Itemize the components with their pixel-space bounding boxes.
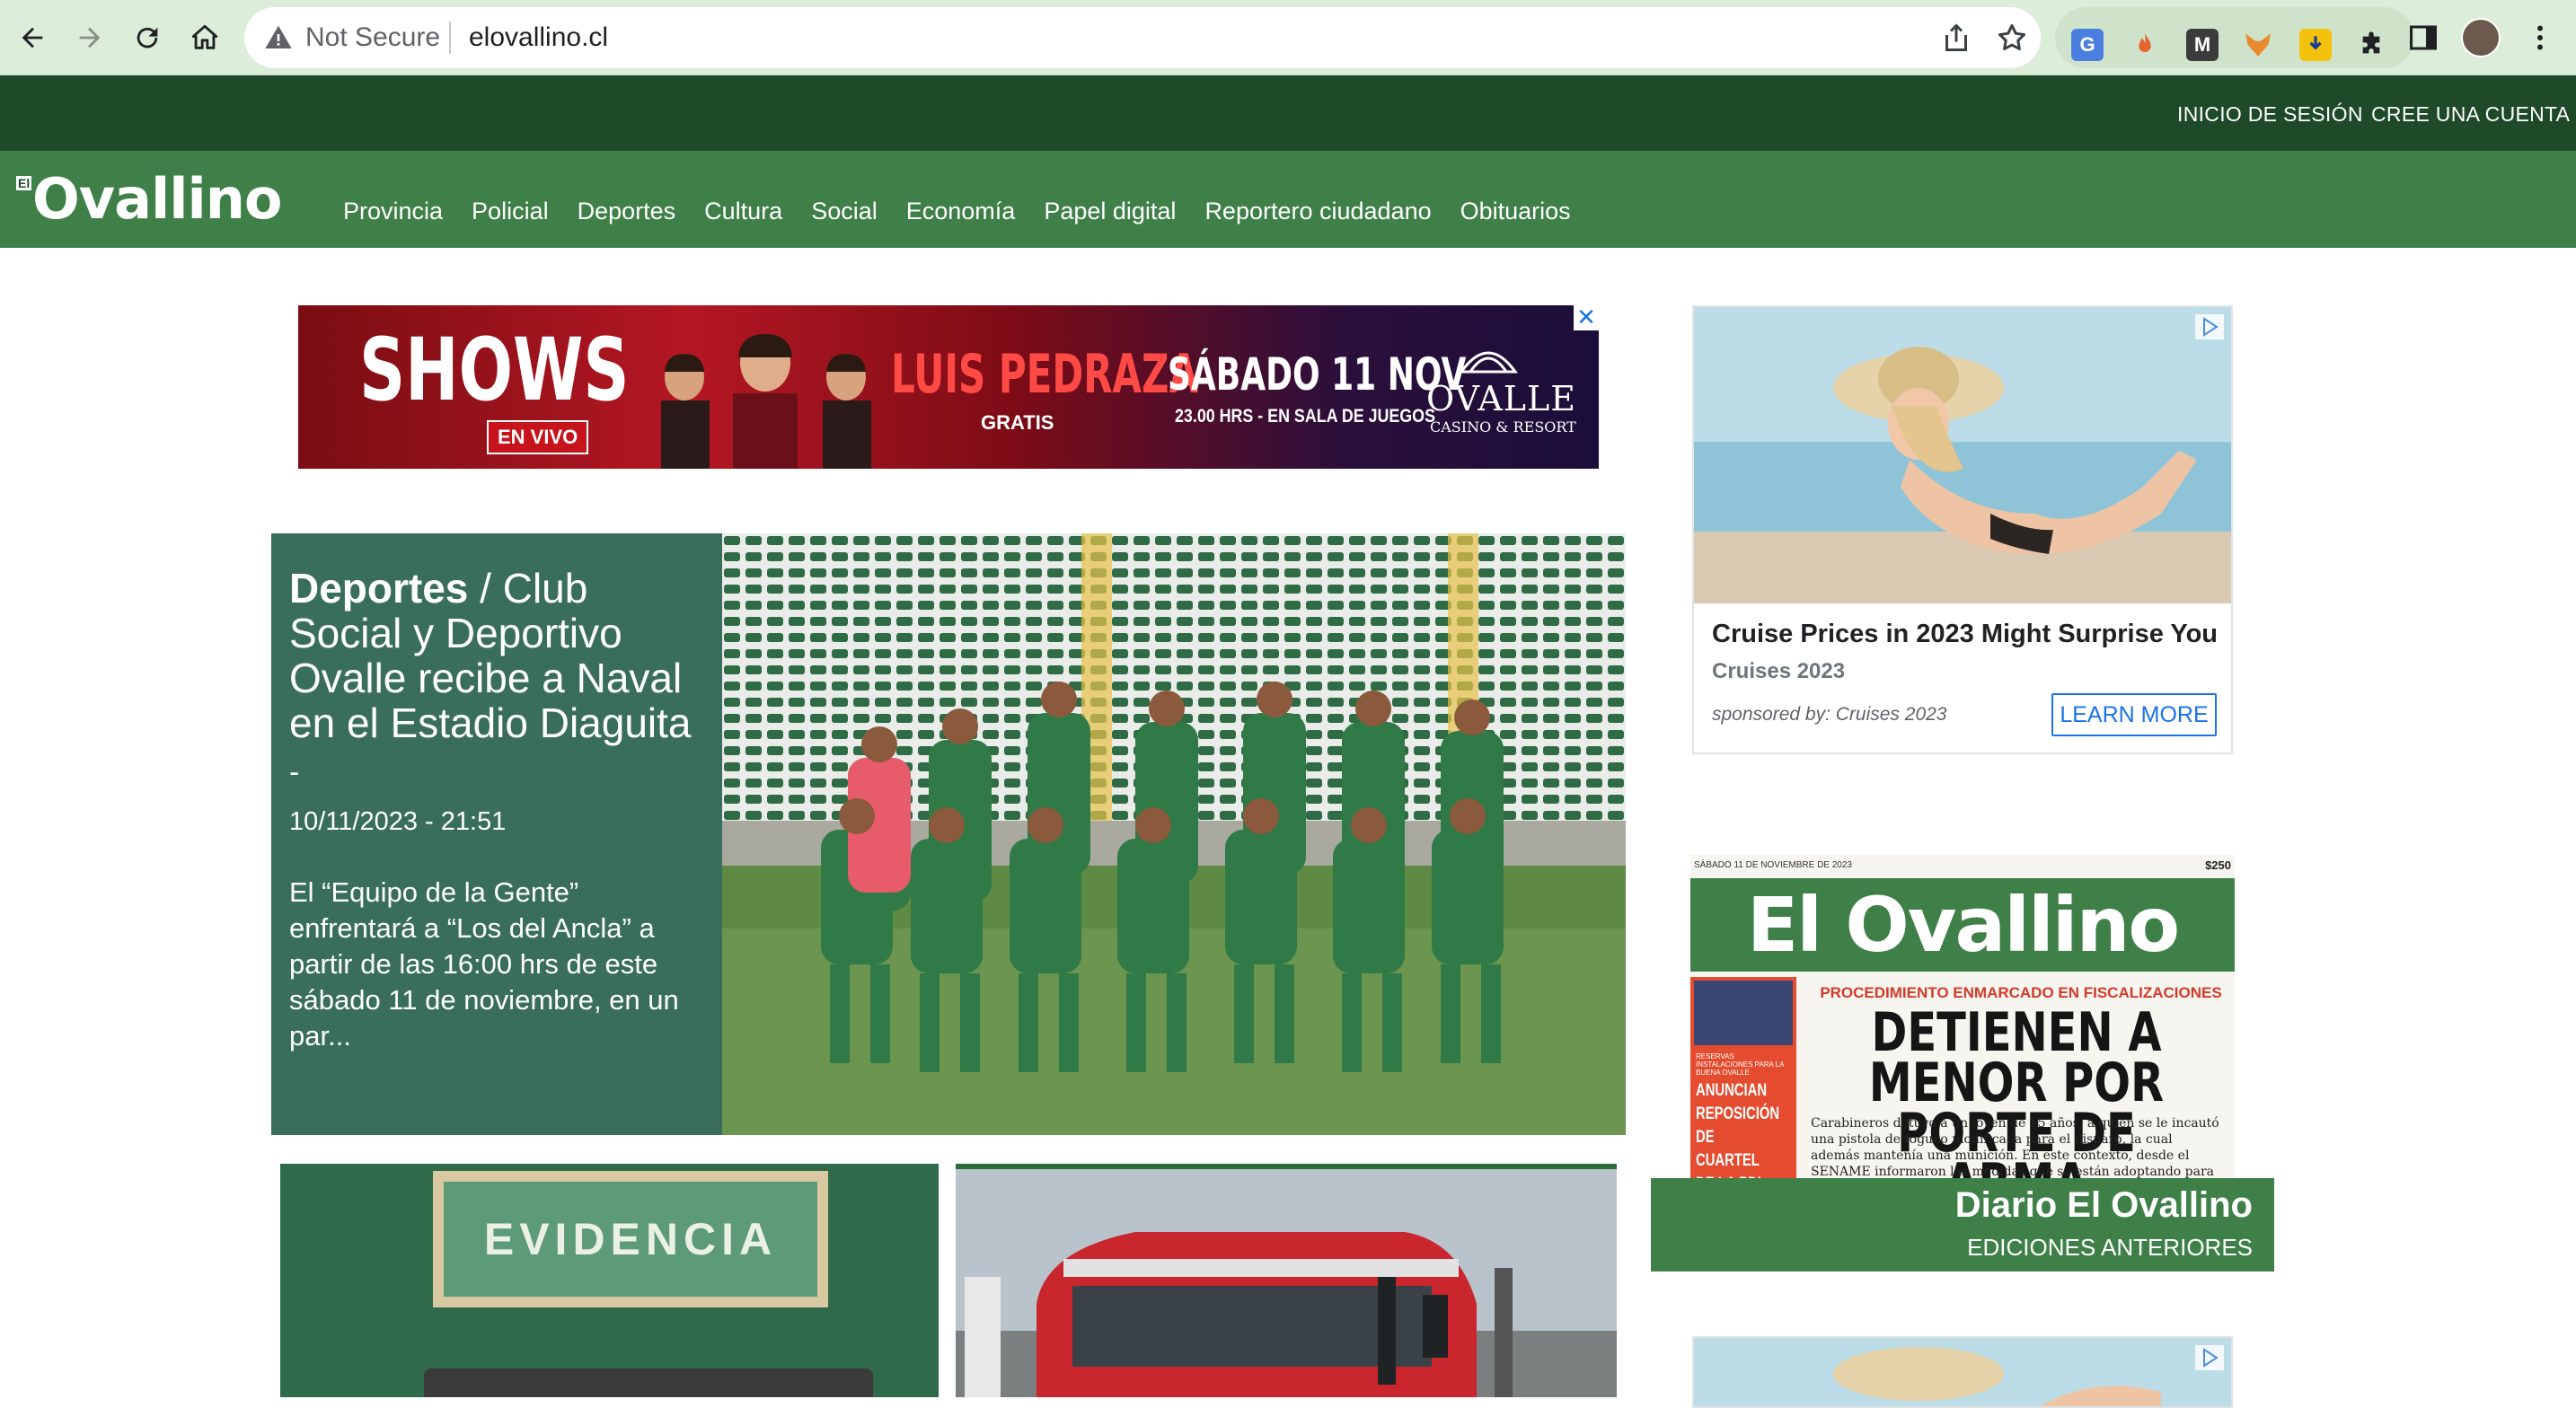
signup-link[interactable]: CREE UNA CUENTA [2371, 102, 2570, 127]
paper-left-headline: ANUNCIAN REPOSICIÓN DE CUARTEL DE LA PDI [1696, 1081, 1780, 1178]
main-menu: Provincia Policial Deportes Cultura Soci… [343, 198, 1600, 225]
site-navigation: El Ovallino Provincia Policial Deportes … [0, 151, 2576, 248]
menu-item-reportero-ciudadano[interactable]: Reportero ciudadano [1204, 198, 1431, 225]
ad-brand: OVALLE [1426, 379, 1576, 418]
warning-icon[interactable] [264, 23, 293, 52]
casino-crown-logo [1459, 351, 1518, 374]
menu-item-social[interactable]: Social [811, 198, 878, 225]
home-icon[interactable] [183, 16, 226, 59]
browser-toolbar: Not Secure elovallino.cl G M [0, 0, 2576, 75]
paper-body: Carabineros detuvo a un joven de 15 años… [1811, 1116, 2219, 1178]
menu-item-cultura[interactable]: Cultura [704, 198, 782, 225]
url-text[interactable]: elovallino.cl [469, 23, 608, 52]
paper-left-column: RESERVAS INSTALACIONES PARA LA BUENA OVA… [1690, 977, 1796, 1178]
menu-item-provincia[interactable]: Provincia [343, 198, 443, 225]
paper-label-title[interactable]: Diario El Ovallino [1955, 1185, 2253, 1226]
cruise-ad-sponsor: sponsored by: Cruises 2023 [1712, 704, 1947, 725]
evidence-weapon-image [424, 1368, 873, 1397]
adchoices-icon[interactable] [2195, 1345, 2224, 1370]
ad-shows-text: SHOWS [359, 320, 630, 420]
fox-extension-icon[interactable] [2242, 29, 2274, 61]
menu-item-papel-digital[interactable]: Papel digital [1044, 198, 1176, 225]
logo-prefix: El [16, 176, 32, 190]
ad-close-icon[interactable]: ✕ [1574, 305, 1599, 330]
feature-article[interactable]: Deportes / Club Social y Deportivo Ovall… [271, 533, 1626, 1135]
menu-item-deportes[interactable]: Deportes [578, 198, 676, 225]
feature-date: 10/11/2023 - 21:51 [289, 807, 507, 836]
feature-section[interactable]: Deportes [289, 565, 468, 612]
article-card-bus[interactable] [956, 1164, 1617, 1397]
translate-extension-icon[interactable]: G [2071, 29, 2104, 61]
article-card-evidencia[interactable]: EVIDENCIA [280, 1164, 939, 1397]
ad-artist-name: LUIS PEDRAZA [891, 343, 1199, 406]
paper-left-small: RESERVAS INSTALACIONES PARA LA BUENA OVA… [1696, 1052, 1784, 1077]
cruise-sponsored-ad-2[interactable] [1692, 1336, 2233, 1408]
side-panel-icon[interactable] [2407, 22, 2439, 54]
download-extension-icon[interactable] [2299, 29, 2332, 61]
digital-paper-cover[interactable]: SÁBADO 11 DE NOVIEMBRE DE 2023 $250 El O… [1690, 855, 2235, 1178]
paper-label-sub[interactable]: EDICIONES ANTERIORES [1967, 1234, 2253, 1262]
feature-dash: - [289, 755, 300, 789]
feature-text: Deportes / Club Social y Deportivo Ovall… [289, 566, 711, 1054]
paper-kicker: PROCEDIMIENTO ENMARCADO EN FISCALIZACION… [1820, 984, 2222, 1001]
ad-date: SÁBADO 11 NOV [1168, 348, 1467, 400]
feature-summary: El “Equipo de la Gente” enfrentará a “Lo… [289, 876, 679, 1052]
stadium-photo-image [722, 533, 1626, 1135]
fire-extension-icon[interactable] [2129, 29, 2161, 61]
feature-team-photo[interactable] [722, 533, 1626, 1135]
ad-free-label: GRATIS [981, 411, 1054, 434]
menu-kebab-icon[interactable] [2524, 22, 2556, 54]
bus-photo-image [956, 1169, 1617, 1397]
paper-masthead-text: El Ovallino [1746, 881, 2180, 969]
feature-separator: / [480, 565, 491, 612]
cruise-sponsored-ad[interactable]: Cruise Prices in 2023 Might Surprise You… [1692, 305, 2233, 754]
share-icon[interactable] [1940, 22, 1972, 54]
casino-banner-ad[interactable]: SHOWS EN VIVO LUIS PEDRAZA GRATIS SÁBADO… [298, 305, 1599, 469]
profile-avatar[interactable] [2461, 18, 2501, 57]
puzzle-icon[interactable] [2355, 29, 2387, 61]
divider [449, 22, 451, 54]
evidence-label: EVIDENCIA [483, 1214, 778, 1264]
menu-item-obituarios[interactable]: Obituarios [1460, 198, 1571, 225]
site-topbar: INICIO DE SESIÓN CREE UNA CUENTA [0, 75, 2576, 151]
cruise-ad-image [1694, 307, 2231, 603]
ad-brand-sub: CASINO & RESORT [1430, 418, 1576, 436]
reload-icon[interactable] [126, 16, 169, 59]
login-link[interactable]: INICIO DE SESIÓN [2177, 102, 2363, 127]
paper-archive-banner[interactable]: Diario El Ovallino EDICIONES ANTERIORES [1651, 1178, 2274, 1272]
back-icon[interactable] [11, 16, 54, 59]
cruise-ad-title[interactable]: Cruise Prices in 2023 Might Surprise You [1712, 620, 2218, 649]
ad-envivo-badge: EN VIVO [487, 420, 589, 454]
paper-masthead: El Ovallino [1690, 878, 2235, 972]
learn-more-button[interactable]: LEARN MORE [2051, 693, 2217, 736]
cruise-ad-2-image [1694, 1338, 2231, 1406]
paper-left-photo [1694, 981, 1793, 1045]
logo-name: Ovallino [32, 166, 282, 232]
paper-meta: SÁBADO 11 DE NOVIEMBRE DE 2023 [1694, 860, 1852, 870]
ad-time: 23.00 HRS - EN SALA DE JUEGOS [1175, 406, 1435, 427]
menu-item-policial[interactable]: Policial [472, 198, 549, 225]
ad-performer-image [661, 334, 871, 469]
adchoices-icon[interactable] [2195, 314, 2224, 339]
address-bar[interactable]: Not Secure elovallino.cl [244, 7, 2041, 68]
bookmark-star-icon[interactable] [1996, 22, 2028, 54]
forward-icon[interactable] [68, 16, 111, 59]
menu-item-economia[interactable]: Economía [906, 198, 1016, 225]
cruise-ad-source: Cruises 2023 [1712, 659, 1846, 683]
extensions-bar: G M [2055, 7, 2414, 68]
paper-price: $250 [2205, 858, 2231, 872]
mail-extension-icon[interactable]: M [2186, 29, 2219, 61]
feature-headline[interactable]: Deportes / Club Social y Deportivo Ovall… [289, 566, 711, 795]
security-label[interactable]: Not Secure [305, 23, 440, 52]
evidence-plaque-image: EVIDENCIA [433, 1171, 828, 1307]
